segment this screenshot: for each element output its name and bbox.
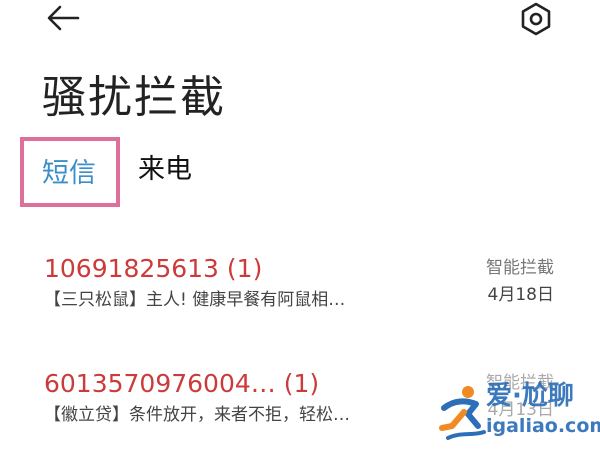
page-title: 骚扰拦截: [42, 72, 226, 123]
tab-sms-label: 短信: [42, 158, 96, 189]
arrow-left-icon: [47, 5, 80, 31]
message-status: 智能拦截: [486, 373, 554, 393]
message-sender: 6013570976004… (1): [44, 369, 320, 398]
back-button[interactable]: [44, 2, 84, 34]
settings-button[interactable]: [516, 0, 556, 38]
message-preview: 【三只松鼠】主人! 健康早餐有阿鼠相…: [44, 290, 346, 310]
message-preview: 【徽立贷】条件放开，来者不拒，轻松…: [44, 405, 350, 425]
screen: 骚扰拦截 短信 来电 10691825613 (1) 【三只松鼠】主人! 健康早…: [0, 0, 600, 450]
message-sender: 10691825613 (1): [44, 254, 263, 283]
message-date: 4月13日: [487, 400, 554, 420]
tab-sms[interactable]: 短信: [20, 137, 120, 207]
list-item[interactable]: 6013570976004… (1) 【徽立贷】条件放开，来者不拒，轻松… 智能…: [0, 360, 600, 450]
message-date: 4月18日: [487, 285, 554, 305]
list-item[interactable]: 10691825613 (1) 【三只松鼠】主人! 健康早餐有阿鼠相… 智能拦截…: [0, 245, 600, 335]
tab-calls[interactable]: 来电: [138, 152, 192, 188]
message-status: 智能拦截: [486, 258, 554, 278]
settings-hexagon-icon: [521, 2, 551, 36]
